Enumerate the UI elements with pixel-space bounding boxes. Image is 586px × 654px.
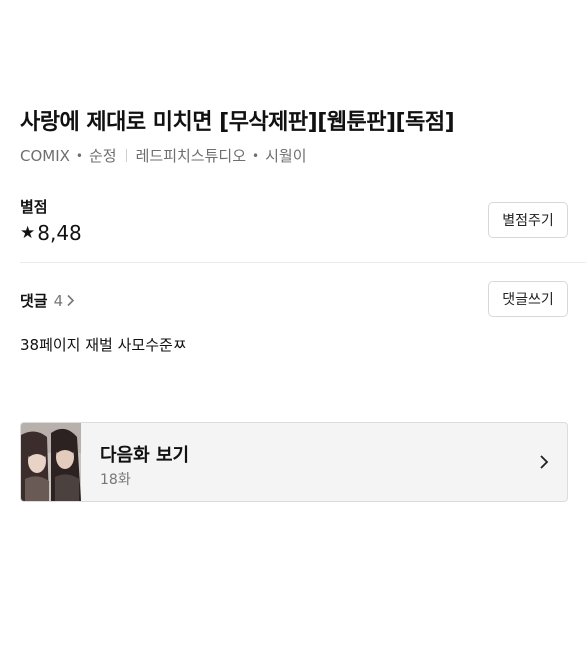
author-label: 시월이	[265, 147, 307, 165]
next-episode-card[interactable]: 다음화 보기 18화	[20, 422, 568, 502]
comment-preview: 38페이지 재벌 사모수준ㅉ	[20, 336, 187, 354]
chevron-right-icon	[66, 294, 75, 307]
rating-value: 8,48	[37, 221, 82, 245]
rating-heading: 별점	[20, 198, 48, 216]
episode-thumbnail	[21, 423, 81, 501]
publisher-label: COMIX	[20, 146, 70, 165]
next-episode-title: 다음화 보기	[100, 445, 190, 466]
section-divider	[20, 262, 586, 263]
studio-label: 레드피치스튜디오	[135, 147, 247, 165]
meta-dot: •	[252, 148, 260, 163]
meta-divider	[125, 149, 127, 162]
work-meta: COMIX • 순정 레드피치스튜디오 • 시월이	[20, 145, 307, 166]
rate-button[interactable]: 별점주기	[488, 202, 568, 238]
write-comment-button[interactable]: 댓글쓰기	[488, 281, 568, 317]
meta-dot: •	[75, 148, 83, 163]
star-icon: ★	[20, 223, 36, 243]
next-episode-number: 18화	[100, 472, 131, 488]
work-title: 사랑에 제대로 미치면 [무삭제판][웹툰판][독점]	[20, 110, 455, 135]
comments-link[interactable]: 댓글 4	[20, 290, 75, 311]
comments-count: 4	[53, 291, 64, 310]
genre-label: 순정	[89, 147, 117, 165]
comments-heading: 댓글	[20, 292, 48, 310]
rating-score: ★ 8,48	[20, 221, 82, 245]
chevron-right-icon	[539, 454, 549, 474]
